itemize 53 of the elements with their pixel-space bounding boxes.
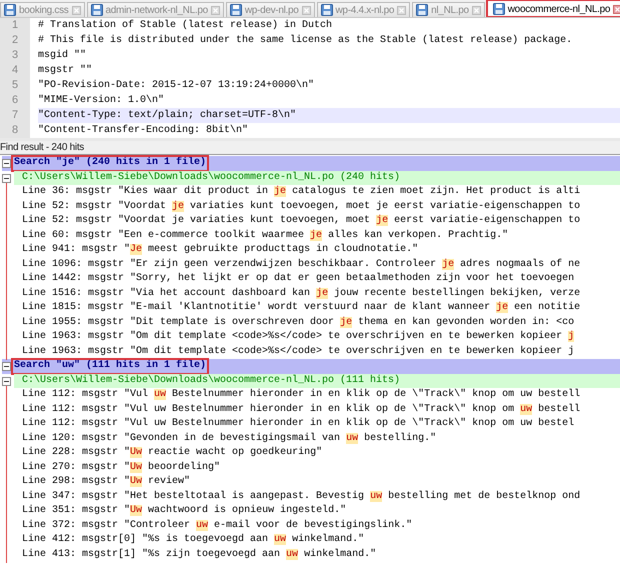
result-line[interactable]: Line 1955: msgstr "Dit template is overschreven door je thema en kan gevonden worden in: <co <box>22 316 574 330</box>
result-line[interactable]: Line 1096: msgstr "Er zijn geen verzendwijzen beschikbaar. Controleer je adres nogmaals of ne <box>22 258 580 272</box>
code-line: "Content-Transfer-Encoding: 8bit\n" <box>38 124 250 138</box>
result-line[interactable]: Line 52: msgstr "Voordat je variaties kunt toevoegen, moet je eerst variatie-eigenschappen to <box>22 200 580 214</box>
close-icon[interactable] <box>613 4 620 14</box>
result-line[interactable]: Line 1815: msgstr "E-mail 'Klantnotitie' wordt verstuurd naar de klant wanneer je een notitie <box>22 301 580 316</box>
file-path[interactable]: C:\Users\Willem-Siebe\Downloads\woocommerce-nl_NL.po (111 hits) <box>14 374 620 388</box>
result-line[interactable]: Line 1442: msgstr "Sorry, het lijkt er op dat er geen betaalmethoden zijn voor het toevoegen <box>22 272 574 286</box>
file-path[interactable]: C:\Users\Willem-Siebe\Downloads\woocommerce-nl_NL.po (240 hits) <box>14 170 620 185</box>
close-icon[interactable] <box>397 6 406 14</box>
collapse-icon[interactable] <box>2 376 11 386</box>
result-line[interactable]: Line 52: msgstr "Voordat je variaties kunt toevoegen, moet je eerst variatie-eigenschappen to <box>22 214 580 228</box>
code-line: msgstr "" <box>38 64 94 78</box>
line-number: 2 <box>0 33 30 48</box>
line-number: 1 <box>0 18 30 33</box>
result-line[interactable]: Line 941: msgstr "Je meest gebruikte producttags in cloudnotatie." <box>22 243 418 258</box>
line-number: 5 <box>0 78 30 93</box>
close-icon[interactable] <box>210 6 220 14</box>
result-line[interactable]: Line 412: msgstr[0] "%s is toegevoegd aan uw winkelmand." <box>22 533 364 548</box>
collapse-icon[interactable] <box>2 159 11 168</box>
code-line: msgid "" <box>38 48 88 63</box>
line-number: 6 <box>0 93 30 108</box>
code-line: # Translation of Stable (latest release) in Dutch <box>38 18 334 33</box>
result-line[interactable]: Line 112: msgstr "Vul uw Bestelnummer hieronder in en klik op de \"Track\" knop om uw bestell <box>22 388 580 402</box>
result-line[interactable]: Line 270: msgstr "Uw beoordeling" <box>22 460 220 475</box>
line-number: 7 <box>0 108 30 123</box>
line-number: 8 <box>0 123 30 138</box>
code-line: "MIME-Version: 1.0\n" <box>38 94 166 108</box>
file-tab[interactable]: woocommerce-nl_NL.po <box>486 0 620 17</box>
result-line[interactable]: Line 1516: msgstr "Via het account dashboard kan je jouw recente bestellingen bekijken, verze <box>22 286 580 301</box>
close-icon[interactable] <box>72 6 81 14</box>
result-line[interactable]: Line 36: msgstr "Kies waar dit product in je catalogus te zien moet zijn. Het product is alti <box>22 185 580 200</box>
code-line: "PO-Revision-Date: 2015-12-07 13:19:24+0000\n" <box>38 78 316 93</box>
result-line[interactable]: Line 60: msgstr "Een e-commerce toolkit waarmee je alles kan verkopen. Prachtig." <box>22 228 508 243</box>
close-icon[interactable] <box>472 6 481 14</box>
result-line[interactable]: Line 347: msgstr "Het besteltotaal is aangepast. Bevestig uw bestelling met de bestelknop ond <box>22 490 580 504</box>
close-icon[interactable] <box>302 6 311 14</box>
result-line[interactable]: Line 112: msgstr "Vul uw Bestelnummer hieronder in en klik op de \"Track\" knop om uw bestell <box>22 402 580 417</box>
result-line[interactable]: Line 1963: msgstr "Om dit template <code>%s</code> te overschrijven en te bewerken kopieer j <box>22 330 574 344</box>
result-line[interactable]: Line 413: msgstr[1] "%s zijn toegevoegd aan uw winkelmand." <box>22 548 376 562</box>
line-number: 4 <box>0 63 30 78</box>
result-line[interactable]: Line 372: msgstr "Controleer uw e-mail voor de bevestigingslink." <box>22 518 412 533</box>
code-line: # This file is distributed under the same license as the Stable (latest release) package. <box>38 34 574 48</box>
line-number: 3 <box>0 48 30 63</box>
result-line[interactable]: Line 120: msgstr "Gevonden in de bevestigingsmail van uw bestelling." <box>22 432 436 446</box>
collapse-icon[interactable] <box>2 174 11 182</box>
result-line[interactable]: Line 1963: msgstr "Om dit template <code>%s</code> te overschrijven en te bewerken kopieer j <box>22 344 574 359</box>
result-line[interactable]: Line 351: msgstr "Uw wachtwoord is opnieuw ingesteld." <box>22 504 346 518</box>
panel-title: Find result - 240 hits <box>0 141 620 155</box>
result-line[interactable]: Line 298: msgstr "Uw review" <box>22 475 190 490</box>
collapse-icon[interactable] <box>2 362 11 371</box>
result-line[interactable]: Line 228: msgstr "Uw reactie wacht op goedkeuring" <box>22 446 322 460</box>
result-line[interactable]: Line 112: msgstr "Vul uw Bestelnummer hieronder in en klik op de \"Track\" knop om uw bestel <box>22 417 574 432</box>
